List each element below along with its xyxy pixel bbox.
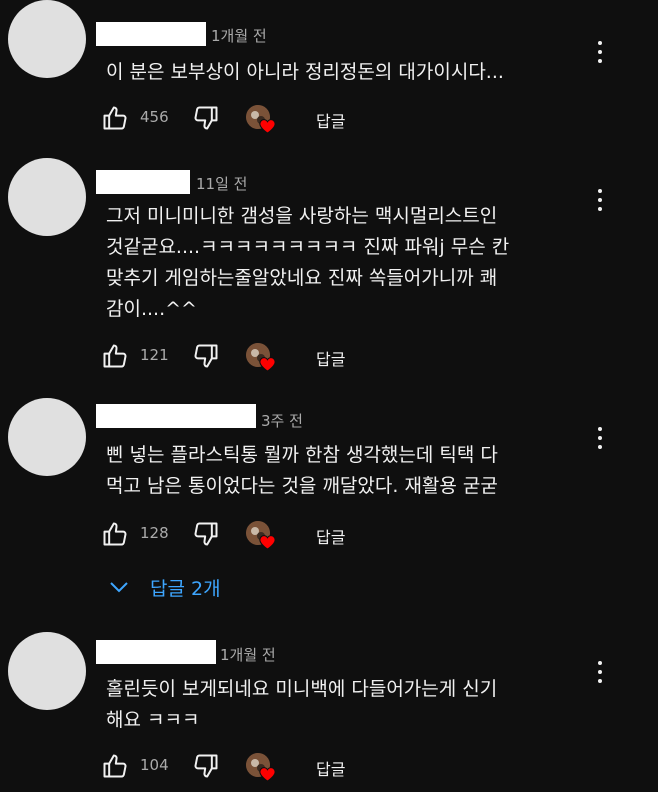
thumbs-up-icon bbox=[103, 344, 127, 368]
comment-text: 이 분은 보부상이 아니라 정리정돈의 대가이시다... bbox=[106, 61, 504, 83]
creator-heart-badge[interactable] bbox=[246, 105, 276, 135]
comment: 1개월 전 홀린듯이 보게되네요 미니백에 다들어가는게 신기 해요 ㅋㅋㅋ 1… bbox=[0, 630, 658, 792]
reply-button[interactable]: 답글 bbox=[316, 108, 345, 132]
comment-actions: 104 답글 bbox=[100, 752, 400, 782]
dislike-button[interactable] bbox=[191, 104, 223, 134]
more-vert-icon-dot bbox=[598, 445, 602, 449]
username-redacted[interactable] bbox=[96, 22, 206, 46]
username-redacted[interactable] bbox=[96, 170, 190, 194]
reply-button[interactable]: 답글 bbox=[316, 524, 345, 548]
more-options-button[interactable] bbox=[592, 186, 608, 214]
more-vert-icon-dot bbox=[598, 679, 602, 683]
comment-timestamp[interactable]: 1개월 전 bbox=[220, 644, 276, 665]
thumbs-down-icon bbox=[194, 106, 218, 130]
username-redacted[interactable] bbox=[96, 404, 256, 428]
creator-heart-icon bbox=[259, 357, 276, 372]
user-avatar[interactable] bbox=[8, 158, 86, 236]
more-vert-icon-dot bbox=[598, 670, 602, 674]
comment: 3주 전 삔 넣는 플라스틱통 뭘까 한참 생각했는데 틱택 다 먹고 남은 통… bbox=[0, 398, 658, 568]
like-count: 456 bbox=[140, 108, 169, 126]
creator-heart-badge[interactable] bbox=[246, 521, 276, 551]
view-replies-label: 답글 2개 bbox=[150, 578, 221, 600]
more-vert-icon-dot bbox=[598, 50, 602, 54]
comment-timestamp[interactable]: 3주 전 bbox=[261, 410, 303, 431]
like-button[interactable] bbox=[100, 520, 132, 550]
comment-actions: 456 답글 bbox=[100, 104, 400, 134]
thumbs-up-icon bbox=[103, 754, 127, 778]
view-replies-button[interactable]: 답글 2개 bbox=[108, 572, 248, 602]
comment-text: 삔 넣는 플라스틱통 뭘까 한참 생각했는데 틱택 다 먹고 남은 통이었다는 … bbox=[106, 444, 498, 497]
creator-heart-icon bbox=[259, 119, 276, 134]
reply-button[interactable]: 답글 bbox=[316, 756, 345, 780]
user-avatar[interactable] bbox=[8, 398, 86, 476]
creator-heart-icon bbox=[259, 767, 276, 782]
thumbs-down-icon bbox=[194, 522, 218, 546]
comment-actions: 121 답글 bbox=[100, 342, 400, 372]
more-vert-icon bbox=[598, 661, 602, 665]
user-avatar[interactable] bbox=[8, 632, 86, 710]
comment: 11일 전 그저 미니미니한 갬성을 사랑하는 맥시멀리스트인 것같굳요....… bbox=[0, 158, 658, 378]
thumbs-down-icon bbox=[194, 754, 218, 778]
like-button[interactable] bbox=[100, 752, 132, 782]
creator-heart-badge[interactable] bbox=[246, 343, 276, 373]
dislike-button[interactable] bbox=[191, 520, 223, 550]
like-button[interactable] bbox=[100, 342, 132, 372]
like-count: 104 bbox=[140, 756, 169, 774]
chevron-down-icon bbox=[110, 582, 128, 593]
creator-heart-badge[interactable] bbox=[246, 753, 276, 783]
more-vert-icon bbox=[598, 189, 602, 193]
more-vert-icon-dot bbox=[598, 198, 602, 202]
reply-button[interactable]: 답글 bbox=[316, 346, 345, 370]
creator-heart-icon bbox=[259, 535, 276, 550]
more-vert-icon bbox=[598, 427, 602, 431]
thumbs-up-icon bbox=[103, 522, 127, 546]
user-avatar[interactable] bbox=[8, 0, 86, 78]
more-options-button[interactable] bbox=[592, 424, 608, 452]
more-options-button[interactable] bbox=[592, 658, 608, 686]
like-count: 121 bbox=[140, 346, 169, 364]
like-button[interactable] bbox=[100, 104, 132, 134]
comment-timestamp[interactable]: 11일 전 bbox=[196, 173, 247, 194]
dislike-button[interactable] bbox=[191, 752, 223, 782]
comment-timestamp[interactable]: 1개월 전 bbox=[211, 25, 267, 46]
dislike-button[interactable] bbox=[191, 342, 223, 372]
more-options-button[interactable] bbox=[592, 38, 608, 66]
username-redacted[interactable] bbox=[96, 640, 216, 664]
more-vert-icon bbox=[598, 41, 602, 45]
more-vert-icon-dot bbox=[598, 436, 602, 440]
comment-text: 그저 미니미니한 갬성을 사랑하는 맥시멀리스트인 것같굳요....ㅋㅋㅋㅋㅋㅋ… bbox=[106, 205, 510, 320]
comment-actions: 128 답글 bbox=[100, 520, 400, 550]
more-vert-icon-dot bbox=[598, 59, 602, 63]
comment-text: 홀린듯이 보게되네요 미니백에 다들어가는게 신기 해요 ㅋㅋㅋ bbox=[106, 678, 498, 731]
like-count: 128 bbox=[140, 524, 169, 542]
more-vert-icon-dot bbox=[598, 207, 602, 211]
thumbs-up-icon bbox=[103, 106, 127, 130]
comment: 1개월 전 이 분은 보부상이 아니라 정리정돈의 대가이시다... 456 답… bbox=[0, 0, 658, 150]
thumbs-down-icon bbox=[194, 344, 218, 368]
